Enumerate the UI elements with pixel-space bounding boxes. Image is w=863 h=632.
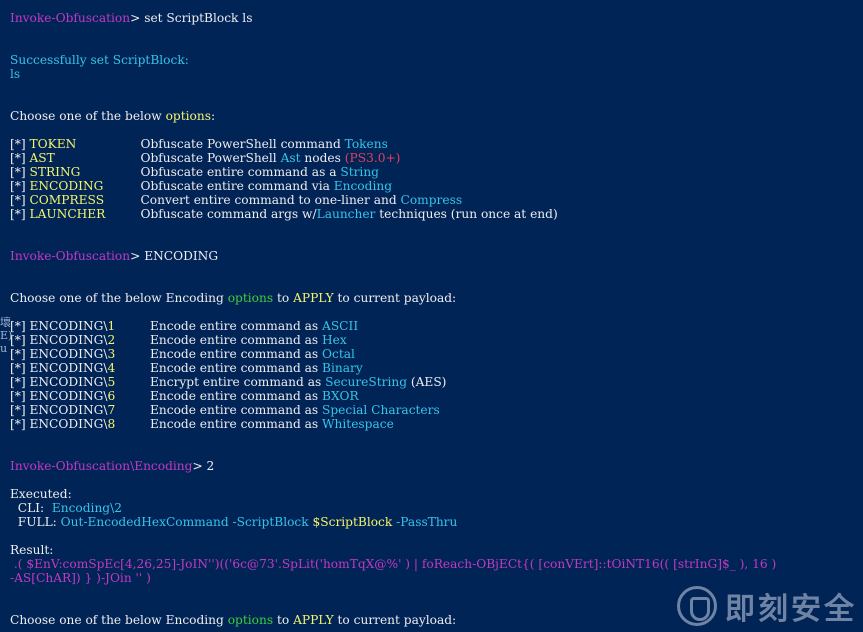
encoding-menu-item: [*] ENCODING\2 Encode entire command as H… [10,333,347,347]
command-text: ENCODING [144,249,219,263]
executed-label: Executed: [10,487,72,501]
edge-fragment: 壞 [0,316,11,329]
prompt-line: Invoke-Obfuscation\Encoding> 2 [10,459,215,473]
prompt-line: Invoke-Obfuscation> ENCODING [10,249,219,263]
prompt-text: Invoke-Obfuscation [10,249,131,263]
choose-options-line: Choose one of the below options: [10,109,216,123]
terminal-output[interactable]: Invoke-Obfuscation> set ScriptBlock ls S… [10,11,863,627]
left-edge-fragments: 壞 E) u [0,316,13,355]
command-text: set ScriptBlock ls [144,11,253,25]
full-line: FULL: Out-EncodedHexCommand -ScriptBlock… [10,515,458,529]
encoding-menu-item: [*] ENCODING\8 Encode entire command as W… [10,417,394,431]
edge-fragment: E) [0,329,13,342]
edge-fragment: u [0,342,8,355]
menu-item: [*] ENCODING Obfuscate entire command via… [10,179,392,193]
encoding-menu-item: [*] ENCODING\3 Encode entire command as O… [10,347,355,361]
encoding-menu-item: [*] ENCODING\6 Encode entire command as B… [10,389,359,403]
menu-item: [*] TOKEN Obfuscate PowerShell command To… [10,137,388,151]
prompt-text: Invoke-Obfuscation\Encoding [10,459,193,473]
encoding-choose-line: Choose one of the below Encoding options… [10,291,457,305]
encoding-menu-item: [*] ENCODING\4 Encode entire command as B… [10,361,363,375]
encoding-menu-item: [*] ENCODING\7 Encode entire command as S… [10,403,440,417]
shield-logo-icon [677,586,717,626]
prompt-text: Invoke-Obfuscation [10,11,131,25]
encoding-menu: [*] ENCODING\1 Encode entire command as A… [10,319,863,431]
result-payload-line: -AS[ChAR]) } )-JOin '' ) [10,571,151,585]
main-menu: [*] TOKEN Obfuscate PowerShell command To… [10,137,863,221]
success-message: Successfully set ScriptBlock: [10,53,189,67]
encoding-menu-item: [*] ENCODING\1 Encode entire command as A… [10,319,359,333]
watermark-text: 即刻安全 [725,592,857,627]
menu-item: [*] COMPRESS Convert entire command to on… [10,193,463,207]
menu-item: [*] LAUNCHER Obfuscate command args w/Lau… [10,207,558,221]
command-text: 2 [206,459,215,473]
menu-item: [*] STRING Obfuscate entire command as a … [10,165,379,179]
cli-line: CLI: Encoding\2 [10,501,122,515]
result-label: Result: [10,543,54,557]
menu-item: [*] AST Obfuscate PowerShell Ast nodes (P… [10,151,401,165]
watermark: 即刻安全 [677,584,857,628]
scriptblock-value: ls [10,67,21,81]
prompt-line: Invoke-Obfuscation> set ScriptBlock ls [10,11,253,25]
result-payload-line: .( $EnV:comSpEc[4,26,25]-JoIN'')(('6c@73… [10,557,777,571]
encoding-menu-item: [*] ENCODING\5 Encrypt entire command as … [10,375,447,389]
